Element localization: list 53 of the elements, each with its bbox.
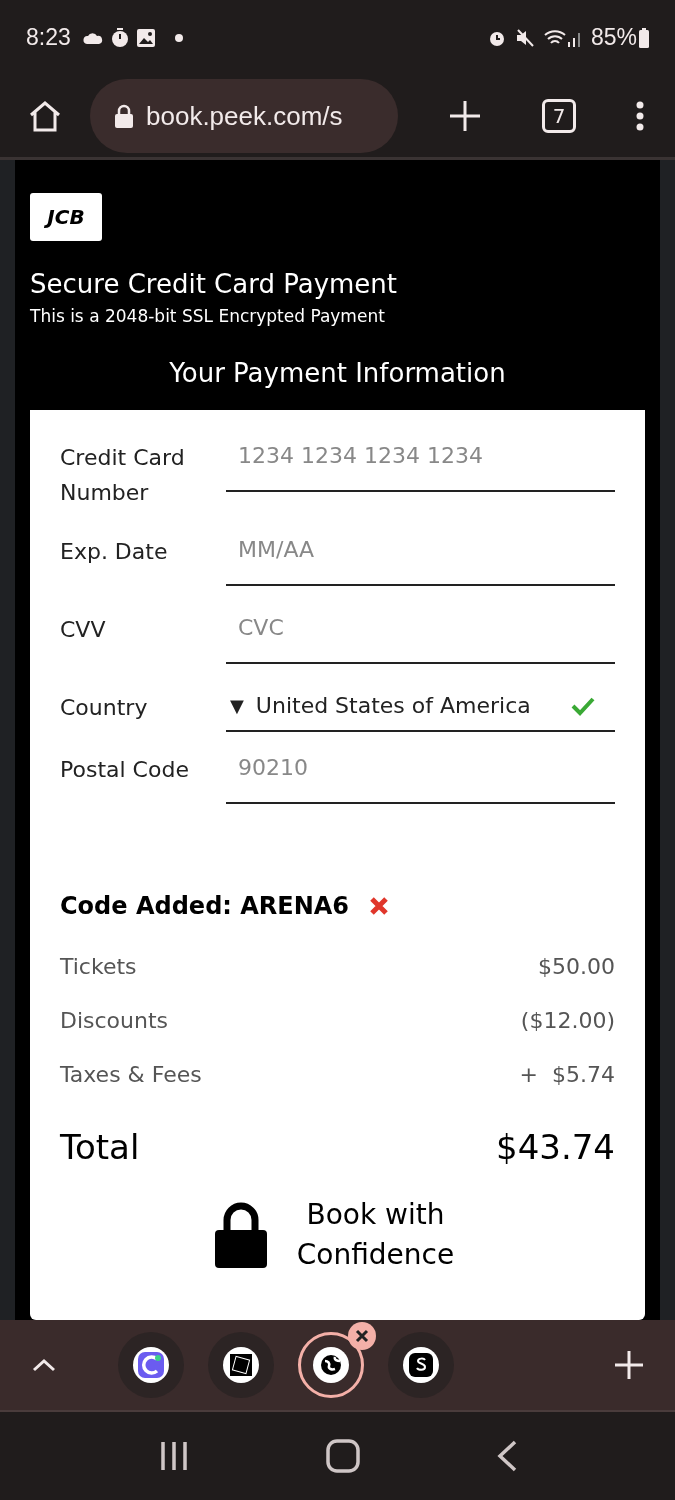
summary-label: Discounts — [60, 1007, 169, 1035]
field-label: Postal Code — [60, 755, 190, 784]
summary-amount: $50.00 — [538, 953, 615, 981]
status-time: 8:23 — [26, 23, 71, 53]
lock-icon — [114, 104, 134, 128]
input-field[interactable]: 90210 — [226, 733, 615, 804]
dropdown-arrow: ▼ — [230, 694, 244, 718]
app-icon — [223, 1347, 259, 1383]
back-icon[interactable] — [496, 1440, 517, 1472]
field-label: CVV — [60, 615, 107, 644]
close-icon[interactable] — [348, 1322, 376, 1350]
promo-code-text: Code Added: ARENA6 — [60, 890, 350, 922]
battery-icon — [639, 27, 649, 48]
card-brand-logo: JCB — [30, 193, 102, 241]
home-icon[interactable] — [28, 100, 62, 132]
cloud-icon — [82, 31, 103, 44]
confidence-text: Book with Confidence — [295, 1196, 456, 1273]
globe-icon — [313, 1347, 349, 1383]
plus-icon[interactable] — [615, 1351, 643, 1379]
image-icon — [136, 28, 155, 47]
remove-icon[interactable] — [369, 895, 390, 916]
chevron-up-icon[interactable] — [32, 1358, 56, 1372]
summary-label: Tickets — [60, 953, 137, 981]
total-amount: $43.74 — [496, 1125, 615, 1169]
panel-header: Your Payment Information — [168, 357, 507, 390]
summary-amount: ($12.00) — [520, 1007, 615, 1035]
summary-amount: + $5.74 — [519, 1061, 615, 1089]
payment-title: Secure Credit Card Payment — [30, 268, 399, 300]
field-label: Exp. Date — [60, 537, 169, 566]
select-value: United States of America — [255, 692, 532, 720]
app-icon — [403, 1347, 439, 1383]
total-label: Total — [60, 1125, 140, 1169]
more-icon[interactable] — [636, 101, 644, 131]
recent-apps-icon[interactable] — [158, 1440, 189, 1472]
address-bar[interactable]: book.peek.com/s — [90, 79, 398, 153]
dot-icon — [174, 33, 183, 42]
app-icon — [133, 1347, 169, 1383]
mute-icon — [514, 27, 535, 48]
country-select[interactable]: ▼ United States of America — [226, 681, 615, 732]
field-label: Credit Card Number — [60, 443, 186, 507]
stopwatch-icon — [110, 27, 129, 48]
lock-icon — [214, 1201, 267, 1268]
url-text: book.peek.com/s — [146, 99, 343, 133]
input-field[interactable]: CVC — [226, 593, 615, 664]
input-field[interactable]: 1234 1234 1234 1234 — [226, 421, 615, 492]
input-field[interactable]: MM/AA — [226, 515, 615, 586]
plus-icon[interactable] — [450, 101, 480, 131]
summary-label: Taxes & Fees — [60, 1061, 202, 1089]
battery-percentage: 85% — [590, 23, 637, 53]
encryption-note: This is a 2048-bit SSL Encrypted Payment — [30, 305, 386, 328]
tab-count-button[interactable]: 7 — [542, 99, 576, 133]
home-button-icon[interactable] — [325, 1439, 360, 1473]
field-label: Country — [60, 693, 149, 722]
